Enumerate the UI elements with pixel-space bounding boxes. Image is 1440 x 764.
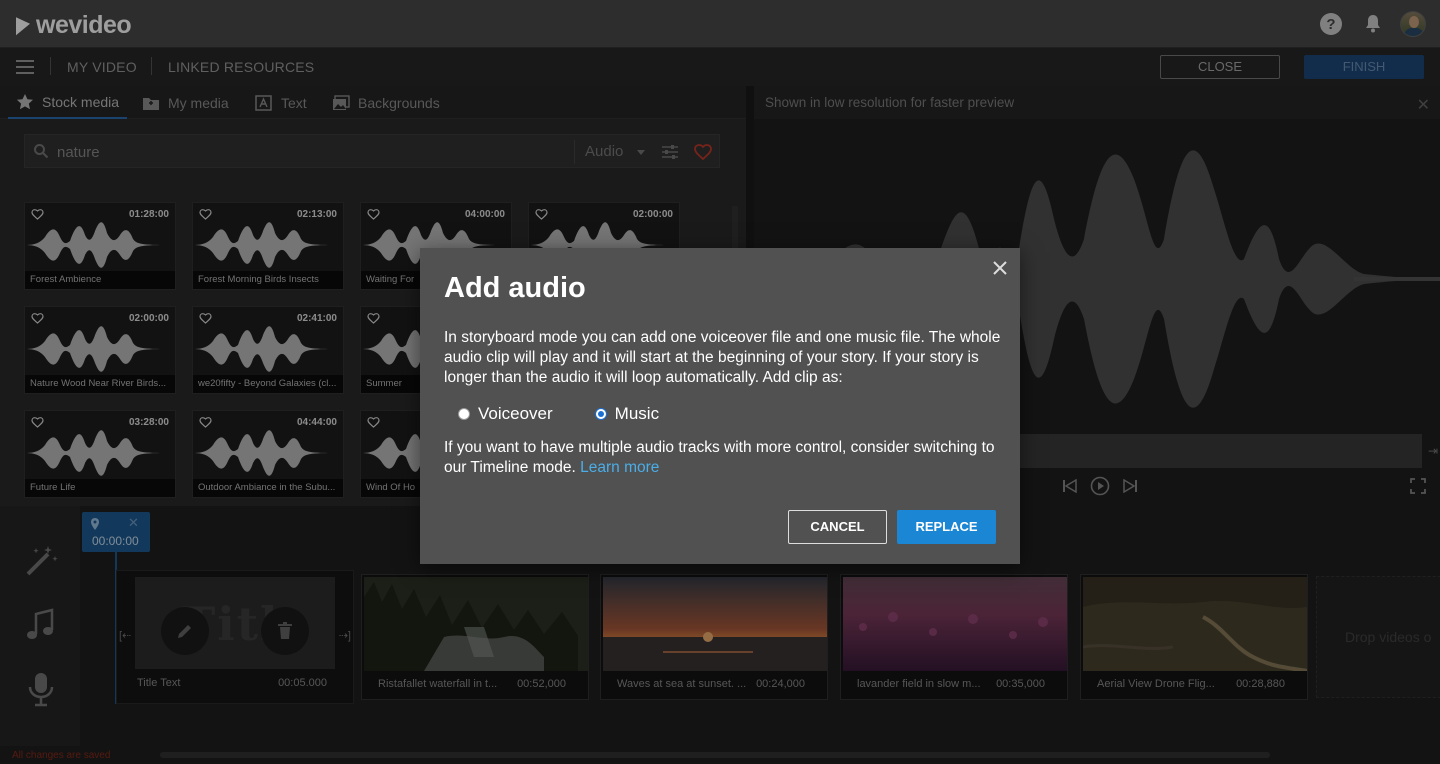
dialog-hint-text: If you want to have multiple audio track… (444, 439, 995, 476)
voiceover-label[interactable]: Voiceover (478, 404, 553, 424)
cancel-button[interactable]: CANCEL (788, 510, 887, 544)
dialog-body: In storyboard mode you can add one voice… (444, 329, 1001, 386)
dialog-title: Add audio (444, 272, 586, 304)
close-icon[interactable] (990, 258, 1010, 278)
replace-button[interactable]: REPLACE (897, 510, 996, 544)
dialog-hint: If you want to have multiple audio track… (444, 438, 1004, 478)
clip-type-options: Voiceover Music (458, 404, 659, 424)
music-radio[interactable] (594, 408, 607, 420)
app-root: wevideo ? MY VIDEO LINKED RESOURCES CLOS… (0, 0, 1440, 764)
add-audio-dialog: Add audio In storyboard mode you can add… (420, 248, 1020, 564)
voiceover-radio[interactable] (458, 408, 470, 420)
learn-more-link[interactable]: Learn more (580, 459, 659, 476)
music-label[interactable]: Music (615, 404, 659, 424)
